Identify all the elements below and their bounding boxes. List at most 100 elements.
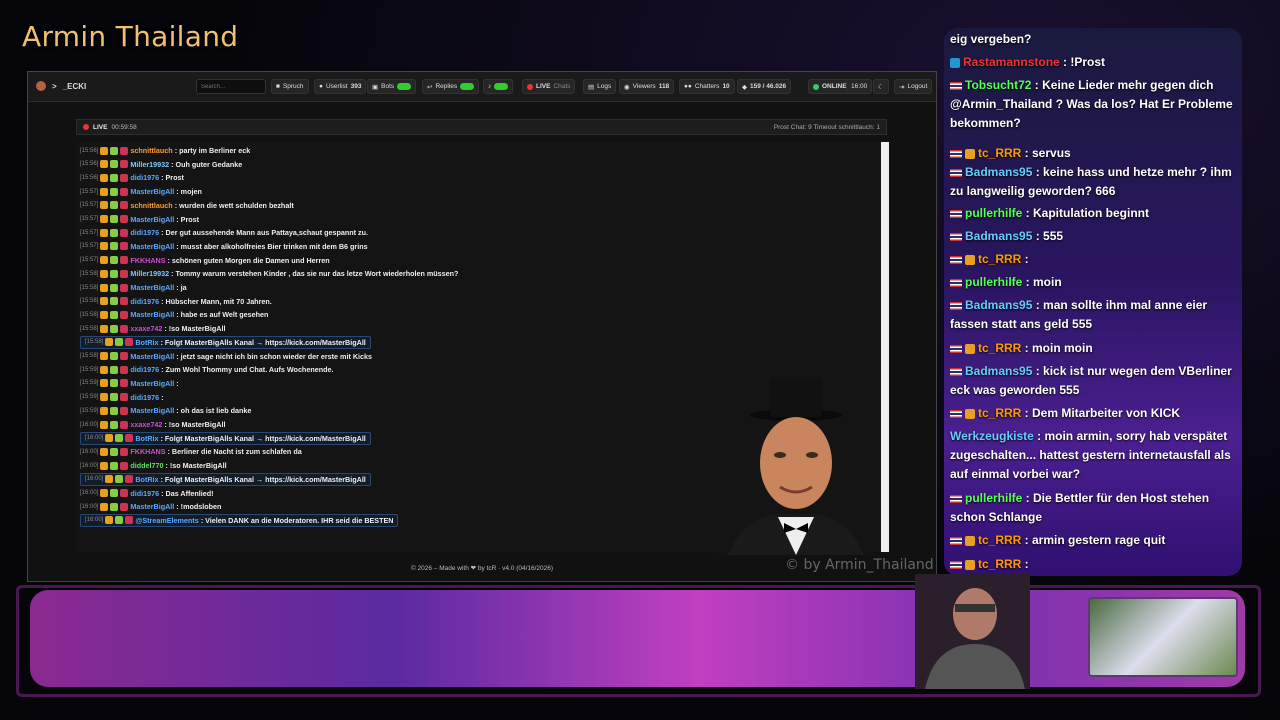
replies-toggle[interactable]: ↩ Replies — [422, 79, 480, 94]
flag-icon — [950, 367, 962, 376]
sound-toggle[interactable]: ♪ — [483, 79, 514, 94]
username[interactable]: xxaxe742 — [130, 324, 162, 333]
toggle-switch[interactable] — [494, 83, 509, 90]
badge-icon — [115, 475, 124, 484]
chat-scrollbar[interactable] — [881, 142, 889, 552]
message-text: : wurden die wett schulden bezhalt — [174, 200, 294, 210]
username[interactable]: schnittlauch — [130, 201, 172, 210]
timestamp: [15:58] — [80, 284, 99, 291]
username[interactable]: BotRix — [135, 475, 158, 484]
timestamp: [15:57] — [80, 243, 99, 250]
username[interactable]: didi1976 — [130, 297, 159, 306]
overlay-username: Badmans95 — [965, 165, 1033, 179]
spruch-button[interactable]: ■ Spruch — [271, 79, 309, 94]
username[interactable]: MasterBigAll — [130, 283, 174, 292]
user-icon: ● — [319, 83, 323, 90]
badge-icon — [115, 338, 124, 347]
username[interactable]: MasterBigAll — [130, 406, 174, 415]
flag-icon — [950, 278, 962, 287]
message-text: : Vielen DANK an die Moderatoren. IHR se… — [200, 515, 394, 525]
username[interactable]: schnittlauch — [130, 146, 172, 155]
overlay-message: : moin moin — [1021, 341, 1093, 355]
chatters-stat: ●● Chatters 10 — [679, 79, 735, 94]
badge-icon — [125, 338, 134, 347]
username[interactable]: FKKHANS — [130, 447, 165, 456]
flag-icon — [950, 255, 962, 264]
username[interactable]: MasterBigAll — [130, 502, 174, 511]
username[interactable]: MasterBigAll — [130, 215, 174, 224]
badge-icon — [110, 297, 119, 306]
timestamp: [15:59] — [80, 407, 99, 414]
badge-icon — [125, 475, 134, 484]
live-bar-stats: Prost Chat: 9 Timeout schnittlauch: 1 — [773, 123, 880, 131]
badge-icon — [110, 256, 119, 265]
badge-icon — [120, 228, 129, 237]
overlay-chat-line: tc_RRR : — [950, 250, 1240, 269]
bots-toggle[interactable]: ▣ Bots — [367, 79, 417, 94]
logs-button[interactable]: ▤ Logs — [583, 79, 617, 94]
username[interactable]: xxaxe742 — [130, 420, 162, 429]
badge-icon — [100, 489, 109, 497]
username[interactable]: MasterBigAll — [130, 310, 174, 319]
message-text: : schönen guten Morgen die Damen und Her… — [167, 255, 330, 265]
overlay-message: : armin gestern rage quit — [1021, 533, 1166, 547]
username[interactable]: Miller19932 — [130, 160, 169, 169]
search-input[interactable] — [196, 79, 266, 94]
username[interactable]: Miller19932 — [130, 269, 169, 278]
badge-icon — [100, 269, 109, 278]
overlay-chat-line: tc_RRR : — [950, 555, 1240, 574]
flag-icon — [950, 494, 962, 503]
message-text: : oh das ist lieb danke — [176, 406, 252, 416]
chat-row: [15:58] MasterBigAll: habe es auf Welt ge… — [80, 308, 268, 321]
live-status-bar: LIVE 00:59:58 Prost Chat: 9 Timeout schni… — [76, 119, 887, 135]
message-text: : Folgt MasterBigAlls Kanal → https://ki… — [160, 433, 366, 443]
username[interactable]: MasterBigAll — [130, 187, 174, 196]
badge-icon — [120, 187, 129, 196]
badge-icon — [965, 148, 975, 159]
badge-icon — [120, 297, 129, 306]
username[interactable]: MasterBigAll — [130, 242, 174, 251]
toggle-switch[interactable] — [397, 83, 412, 90]
online-dot-icon — [813, 83, 819, 90]
badge-icon — [100, 146, 109, 155]
badge-icon — [100, 352, 109, 360]
badge-icon — [120, 256, 129, 265]
username[interactable]: diddel770 — [130, 461, 163, 470]
userlist-button[interactable]: ● Userlist 393 — [314, 79, 367, 94]
username[interactable]: didi1976 — [130, 173, 159, 182]
username[interactable]: BotRix — [135, 434, 158, 443]
message-text: : !modsloben — [176, 502, 222, 512]
flag-icon — [950, 81, 962, 90]
username[interactable]: BotRix — [135, 338, 158, 347]
badge-icon — [100, 187, 109, 196]
moon-icon: ☾ — [878, 83, 884, 91]
flag-icon — [950, 232, 962, 241]
chat-row: [15:57] FKKHANS: schönen guten Morgen die… — [80, 254, 330, 267]
message-text: : Hübscher Mann, mit 70 Jahren. — [161, 296, 272, 306]
brand[interactable]: > _ECKI — [36, 81, 86, 91]
message-text: : ja — [176, 283, 187, 292]
badge-icon — [110, 352, 119, 360]
username[interactable]: didi1976 — [130, 393, 159, 402]
username[interactable]: didi1976 — [130, 228, 159, 237]
username[interactable]: FKKHANS — [130, 256, 165, 265]
messages-stat: ◆ 159 / 46.026 — [737, 79, 792, 94]
message-text: : Zum Wohl Thommy und Chat. Aufs Wochene… — [161, 365, 334, 375]
badge-icon — [120, 160, 129, 169]
live-chats-button[interactable]: LIVE Chats — [522, 79, 576, 94]
username[interactable]: MasterBigAll — [130, 379, 174, 388]
overlay-message: : Kapitulation beginnt — [1022, 206, 1149, 220]
logout-button[interactable]: ⇥ Logout — [894, 79, 933, 94]
message-text: : !so MasterBigAll — [164, 324, 226, 334]
chat-row: [15:57] MasterBigAll: musst aber alkoholf… — [80, 240, 368, 253]
username[interactable]: didi1976 — [130, 489, 159, 498]
message-text: : habe es auf Welt gesehen — [176, 310, 269, 320]
flag-icon — [950, 168, 962, 177]
overlay-message: : — [1021, 252, 1029, 266]
overlay-message: eig vergeben? — [950, 32, 1032, 46]
username[interactable]: @StreamElements — [135, 516, 198, 525]
username[interactable]: didi1976 — [130, 365, 159, 374]
username[interactable]: MasterBigAll — [130, 352, 174, 361]
toggle-switch[interactable] — [460, 83, 475, 90]
theme-toggle[interactable]: ☾ — [873, 79, 889, 94]
